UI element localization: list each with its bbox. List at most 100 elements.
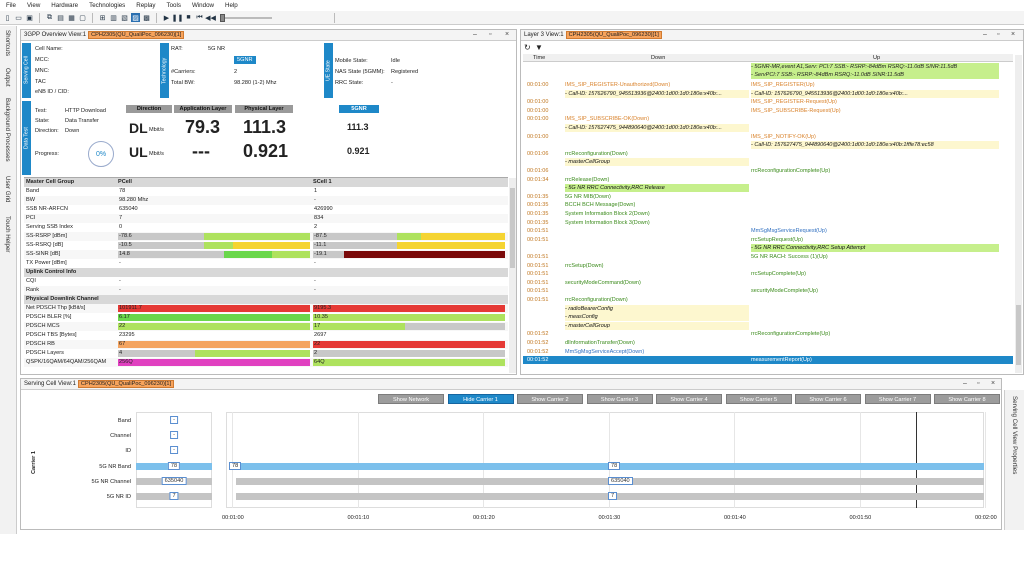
menu-file[interactable]: File xyxy=(6,2,16,9)
menu-tools[interactable]: Tools xyxy=(167,2,181,9)
layout-icon[interactable]: ▤ xyxy=(56,13,65,22)
l3-down-message[interactable]: - masterCellGroup xyxy=(565,158,749,167)
l3-down-message[interactable]: MmSgMsgServiceAccept(Down) xyxy=(565,348,644,356)
carrier-button-2[interactable]: Hide Carrier 1 xyxy=(447,394,514,404)
table-row: SS-RSRQ [dB] -10.5 -11.1 xyxy=(24,241,508,250)
l3-down-message[interactable]: - masterCellGroup xyxy=(565,321,749,330)
slider-thumb[interactable] xyxy=(220,13,225,22)
save-icon[interactable]: ▣ xyxy=(25,13,34,22)
stop-icon[interactable]: ■ xyxy=(184,13,193,22)
l3-down-message[interactable]: rrcSetup(Down) xyxy=(565,262,604,270)
l3-top-up-1[interactable]: - 5GNR-MR,event A1,Serv: PCI:7 SSB:- RSR… xyxy=(751,63,999,71)
side-tab-shortcuts[interactable]: Shortcuts xyxy=(4,30,11,56)
scrollbar-thumb[interactable] xyxy=(510,188,515,268)
minimize-icon[interactable]: – xyxy=(983,31,987,38)
menu-replay[interactable]: Replay xyxy=(136,2,155,9)
l3-down-message[interactable]: BCCH BCH Message(Down) xyxy=(565,201,635,209)
carrier-button-4[interactable]: Show Carrier 3 xyxy=(586,394,653,404)
l3-up-message[interactable]: - 5G NR RRC Connectivity,RRC Setup Attem… xyxy=(751,244,999,253)
l3-top-up-2[interactable]: - ServPCI:7 SSB:- RSRP:-84dBm RSRQ:-11.0… xyxy=(751,71,999,79)
maximize-icon[interactable]: ▫ xyxy=(997,31,999,38)
l3-down-message[interactable]: 5G NR MIB(Down) xyxy=(565,193,611,201)
l3-down-message[interactable]: - measConfig xyxy=(565,313,749,322)
l3-down-message[interactable]: - Call-ID: 157626790_945513936@2400:1d00… xyxy=(565,89,749,98)
l3-down-message[interactable]: System Information Block 3(Down) xyxy=(565,219,650,227)
replay-speed-slider[interactable] xyxy=(220,13,272,22)
minimize-icon[interactable]: – xyxy=(963,380,967,387)
l3-up-message[interactable]: rrcReconfigurationComplete(Up) xyxy=(751,330,830,338)
carrier-button-6[interactable]: Show Carrier 5 xyxy=(725,394,792,404)
x-tick-label: 00:01:50 xyxy=(849,515,872,521)
carrier-value-label: - xyxy=(170,446,178,454)
menu-window[interactable]: Window xyxy=(192,2,214,9)
l3-up-message[interactable]: 5G NR RACH: Success (1)(Up) xyxy=(751,253,828,261)
refresh-icon[interactable]: ↻ xyxy=(524,43,531,52)
connect-icon[interactable]: ⊞ xyxy=(98,13,107,22)
table-row: SS-SINR [dB] 14.8 -19.1 xyxy=(24,250,508,259)
window-icon[interactable]: ▢ xyxy=(78,13,87,22)
l3-down-message[interactable]: IMS_SIP_SUBSCRIBE-OK(Down) xyxy=(565,115,649,123)
close-icon[interactable]: × xyxy=(1011,31,1015,38)
layer3-scrollbar[interactable] xyxy=(1015,55,1022,373)
l3-down-message[interactable]: dlInformationTransfer(Down) xyxy=(565,339,635,347)
l3-up-message[interactable]: - Call-ID: 157626790_945513936@2400:1d00… xyxy=(751,89,999,98)
l3-down-message[interactable]: securityModeCommand(Down) xyxy=(565,279,641,287)
carrier-button-8[interactable]: Show Carrier 7 xyxy=(864,394,931,404)
map-icon[interactable]: ▨ xyxy=(131,13,140,22)
side-tab-output[interactable]: Output xyxy=(4,68,11,87)
carrier-button-3[interactable]: Show Carrier 2 xyxy=(517,394,583,404)
workspace-icon[interactable]: ⧉ xyxy=(45,13,54,22)
l3-up-message[interactable]: IMS_SIP_NOTIFY-OK(Up) xyxy=(751,133,816,141)
menu-help[interactable]: Help xyxy=(225,2,238,9)
side-tab-user-grid[interactable]: User Grid xyxy=(4,176,11,202)
grid-icon[interactable]: ▦ xyxy=(67,13,76,22)
side-tab-touch-helper[interactable]: Touch Helper xyxy=(4,216,11,252)
close-icon[interactable]: × xyxy=(505,31,509,38)
l3-down-message[interactable]: rrcReconfiguration(Down) xyxy=(565,150,628,158)
carrier-button-1[interactable]: Show Network xyxy=(378,394,444,404)
l3-down-message[interactable]: rrcRelease(Down) xyxy=(565,176,609,184)
table-icon[interactable]: ▩ xyxy=(142,13,151,22)
step-back-icon[interactable]: ⏮ xyxy=(195,13,204,22)
l3-up-message[interactable]: - Call-ID: 157627475_944890640@2400:1d00… xyxy=(751,141,999,150)
table-scrollbar[interactable] xyxy=(509,178,516,373)
close-icon[interactable]: × xyxy=(991,380,995,387)
l3-up-message[interactable]: MmSgMsgServiceRequest(Up) xyxy=(751,227,827,235)
grid-line xyxy=(232,412,233,508)
carrier-button-9[interactable]: Show Carrier 8 xyxy=(934,394,1000,404)
minimize-icon[interactable]: – xyxy=(473,31,477,38)
l3-up-message[interactable]: rrcReconfigurationComplete(Up) xyxy=(751,167,830,175)
rewind-icon[interactable]: ◀◀ xyxy=(205,13,216,22)
maximize-icon[interactable]: ▫ xyxy=(489,31,491,38)
maximize-icon[interactable]: ▫ xyxy=(977,380,979,387)
value-bar xyxy=(118,359,310,366)
filter-icon[interactable]: ▼ xyxy=(535,43,543,52)
l3-down-message[interactable]: IMS_SIP_REGISTER-Unauthorized(Down) xyxy=(565,81,670,89)
l3-up-message[interactable]: rrcSetupComplete(Up) xyxy=(751,270,806,278)
side-tab-background-processes[interactable]: Background Processes xyxy=(4,98,11,162)
l3-down-message[interactable]: - radioBearerConfig xyxy=(565,304,749,313)
carrier-button-5[interactable]: Show Carrier 4 xyxy=(656,394,722,404)
menu-hardware[interactable]: Hardware xyxy=(51,2,78,9)
l3-up-message[interactable]: securityModeComplete(Up) xyxy=(751,287,818,295)
l3-up-message[interactable]: IMS_SIP_REGISTER(Up) xyxy=(751,81,815,89)
scrollbar-thumb[interactable] xyxy=(1016,305,1021,365)
side-tab-serving-cell-properties[interactable]: Serving Cell View Properties xyxy=(1011,396,1018,474)
l3-up-message[interactable]: IMS_SIP_SUBSCRIBE-Request(Up) xyxy=(751,107,841,115)
pause-icon[interactable]: ❚❚ xyxy=(172,13,184,22)
l3-up-message[interactable]: measurementReport(Up) xyxy=(751,356,812,364)
new-icon[interactable]: ▯ xyxy=(3,13,12,22)
device-icon[interactable]: ▥ xyxy=(109,13,118,22)
carrier-button-7[interactable]: Show Carrier 6 xyxy=(795,394,861,404)
menu-technologies[interactable]: Technologies xyxy=(89,2,125,9)
l3-down-message[interactable]: System Information Block 2(Down) xyxy=(565,210,650,218)
l3-down-message[interactable]: - Call-ID: 157627475_944890640@2400:1d00… xyxy=(565,124,749,132)
l3-down-message[interactable]: - 5G NR RRC Connectivity,RRC Release xyxy=(565,184,749,193)
l3-up-message[interactable]: rrcSetupRequest(Up) xyxy=(751,236,803,244)
l3-up-message[interactable]: IMS_SIP_REGISTER-Request(Up) xyxy=(751,98,837,106)
l3-down-message[interactable]: rrcReconfiguration(Down) xyxy=(565,296,628,304)
chart-icon[interactable]: ▧ xyxy=(120,13,129,22)
play-icon[interactable]: ▶ xyxy=(162,13,171,22)
open-icon[interactable]: ▭ xyxy=(14,13,23,22)
menu-view[interactable]: View xyxy=(27,2,40,9)
